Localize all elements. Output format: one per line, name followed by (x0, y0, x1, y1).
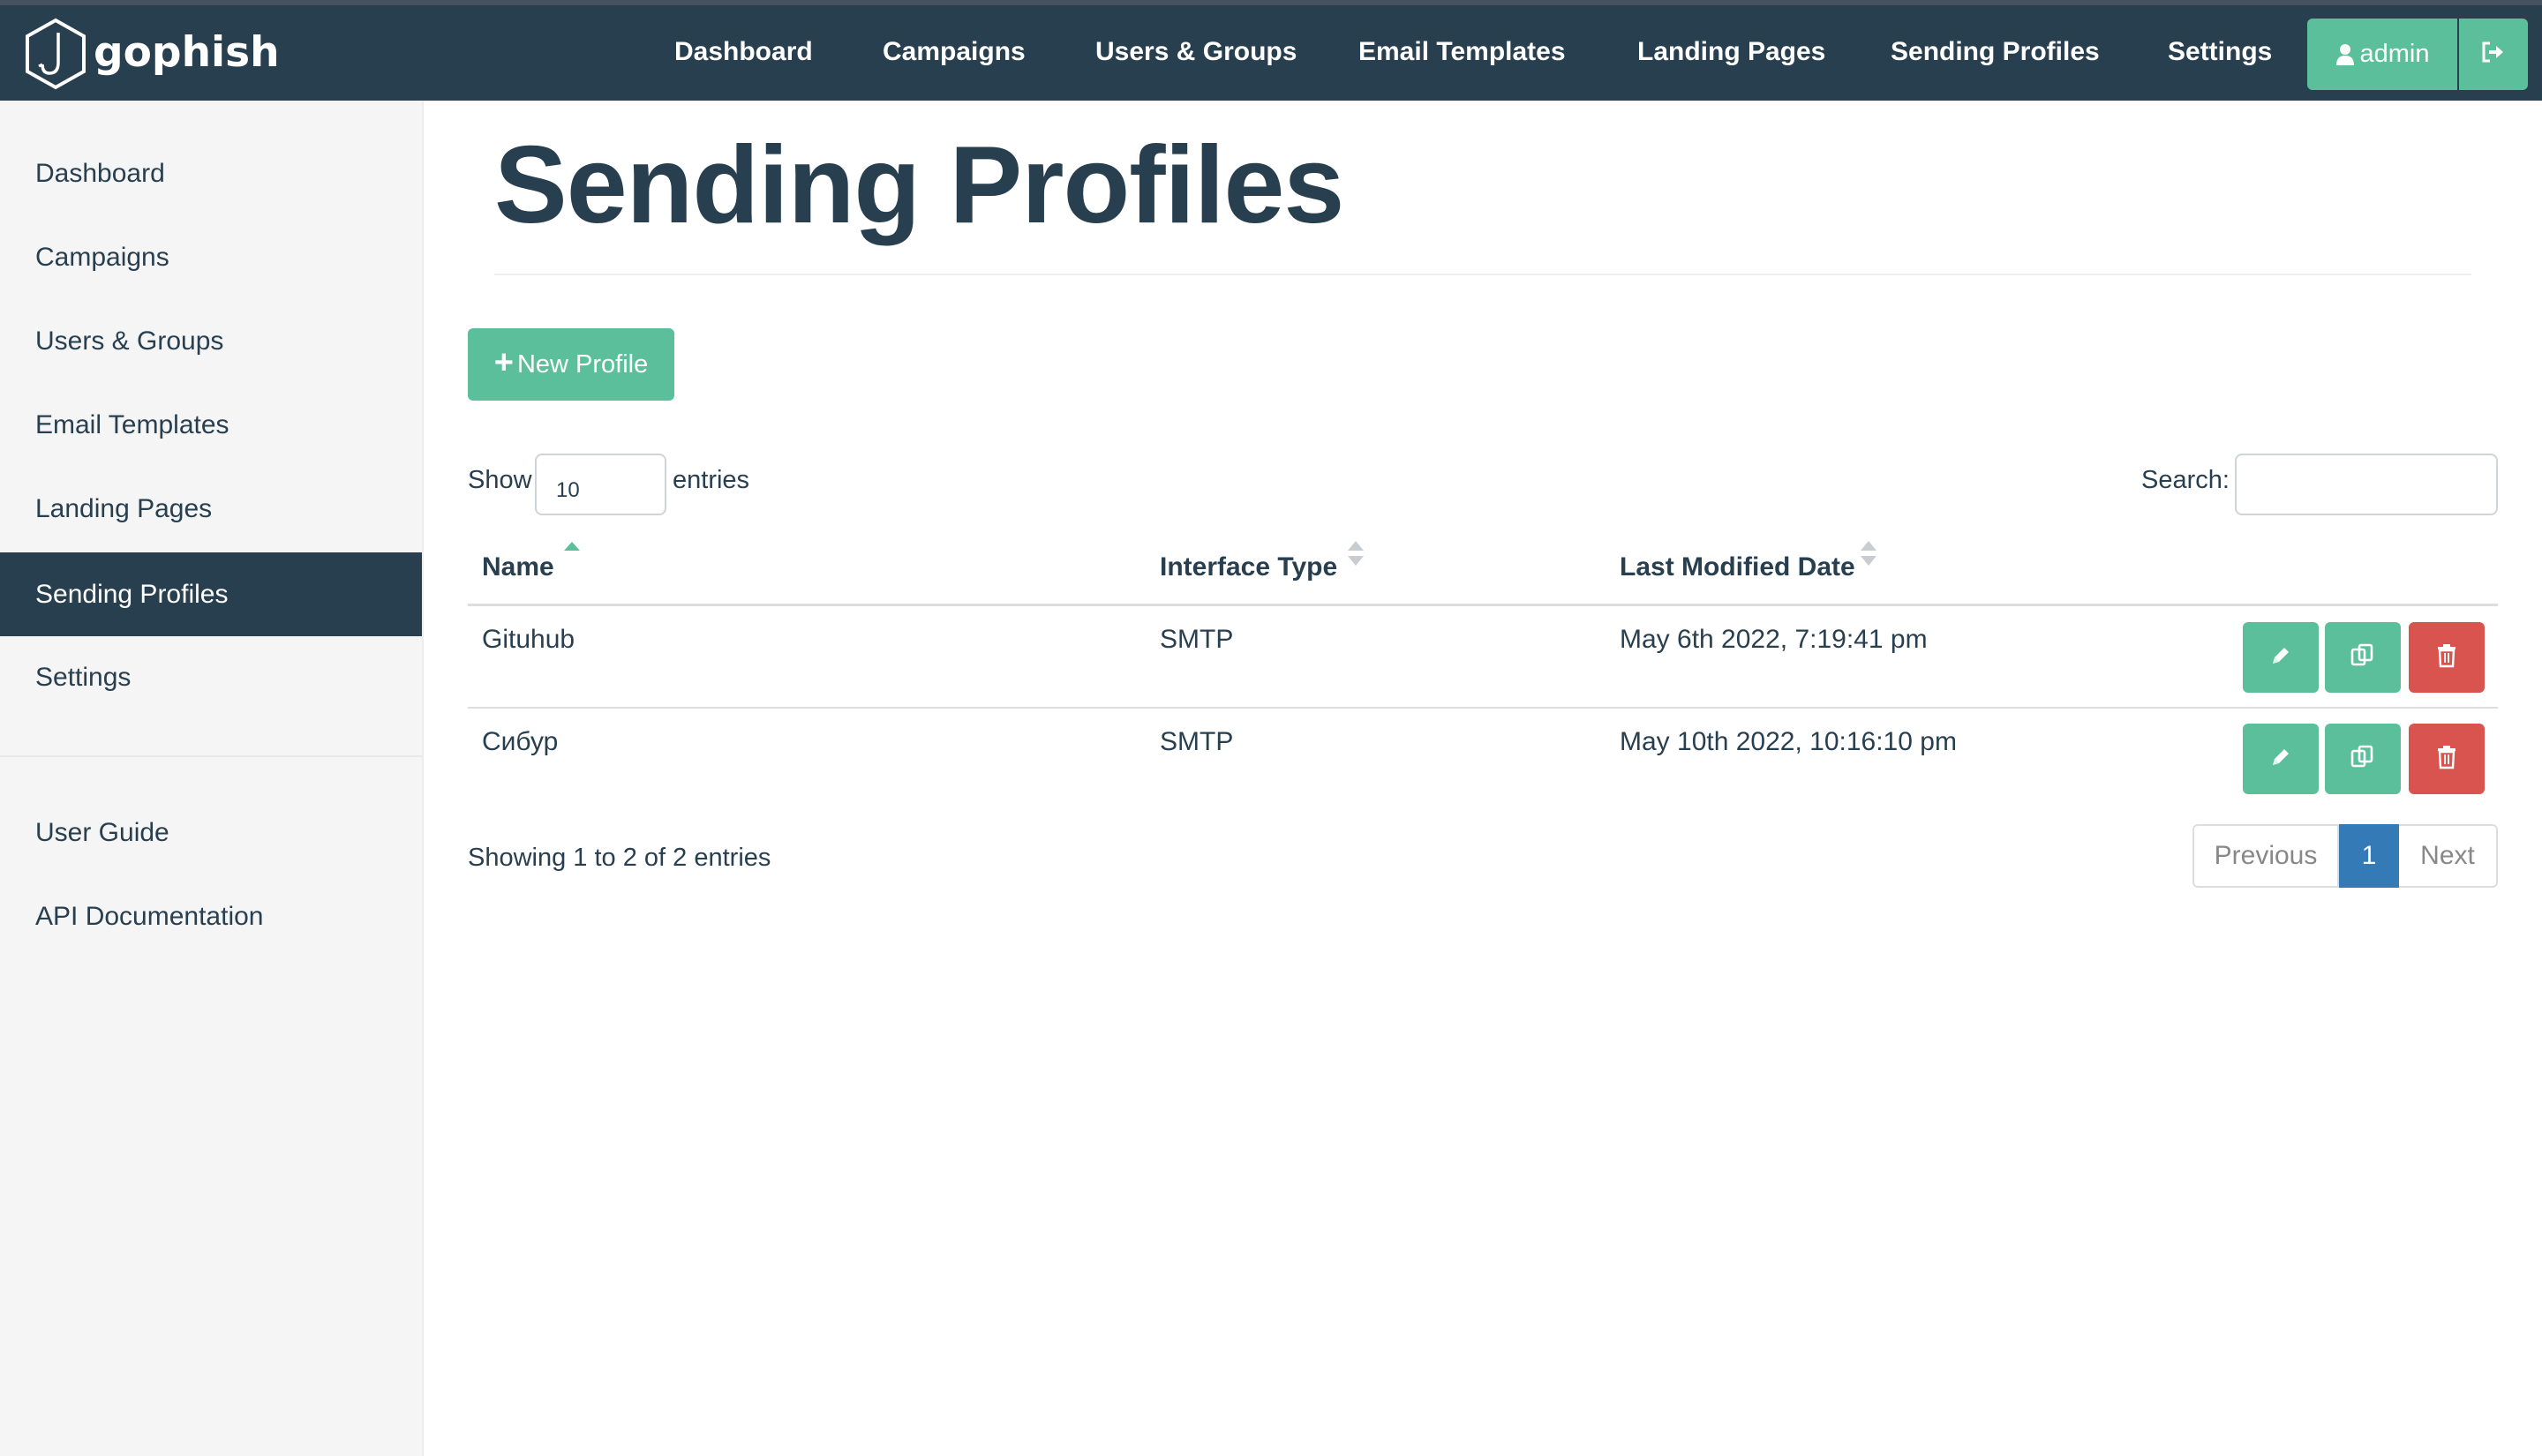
edit-icon (2269, 746, 2292, 773)
copy-button[interactable] (2325, 724, 2401, 794)
title-divider (494, 274, 2471, 275)
cell-name: Сибур (482, 727, 559, 756)
search-input[interactable] (2235, 454, 2498, 515)
nav-users-groups[interactable]: Users & Groups (1095, 37, 1297, 67)
plus-icon: + (493, 343, 514, 381)
nav-landing-pages[interactable]: Landing Pages (1637, 37, 1825, 67)
sidebar-item-dashboard[interactable]: Dashboard (0, 131, 422, 215)
sidebar-item-sending-profiles[interactable]: Sending Profiles (0, 552, 422, 636)
pagination-next[interactable]: Next (2399, 824, 2498, 888)
cell-last-modified: May 10th 2022, 10:16:10 pm (1620, 727, 1957, 756)
sort-ascending-icon (563, 540, 581, 556)
copy-icon (2350, 642, 2376, 673)
trash-icon (2436, 745, 2457, 774)
nav-sending-profiles[interactable]: Sending Profiles (1891, 37, 2100, 67)
nav-campaigns[interactable]: Campaigns (883, 37, 1026, 67)
sidebar: Dashboard Campaigns Users & Groups Email… (0, 101, 424, 1456)
table-header-divider (468, 604, 2498, 606)
page-length-select[interactable]: 10 (535, 454, 666, 515)
top-navbar: gophish Dashboard Campaigns Users & Grou… (0, 0, 2542, 101)
entries-label: entries (673, 466, 750, 494)
delete-button[interactable] (2409, 622, 2485, 693)
sort-both-icon (1347, 540, 1365, 571)
sidebar-item-email-templates[interactable]: Email Templates (0, 383, 422, 467)
sidebar-item-settings[interactable]: Settings (0, 635, 422, 719)
trash-icon (2436, 643, 2457, 672)
page-title: Sending Profiles (494, 124, 1344, 246)
edit-button[interactable] (2243, 622, 2319, 693)
search-label: Search: (2141, 466, 2230, 494)
sidebar-item-campaigns[interactable]: Campaigns (0, 215, 422, 299)
nav-settings[interactable]: Settings (2168, 37, 2272, 67)
sort-both-icon (1860, 540, 1877, 571)
new-profile-button[interactable]: + New Profile (468, 328, 674, 401)
show-label: Show (468, 466, 532, 494)
table-info: Showing 1 to 2 of 2 entries (468, 844, 771, 872)
user-name: admin (2359, 40, 2430, 68)
cell-name: Gituhub (482, 625, 575, 654)
nav-email-templates[interactable]: Email Templates (1358, 37, 1566, 67)
logout-icon (2480, 41, 2507, 68)
cell-interface-type: SMTP (1160, 727, 1234, 756)
cell-last-modified: May 6th 2022, 7:19:41 pm (1620, 625, 1928, 654)
sidebar-item-user-guide[interactable]: User Guide (0, 791, 422, 874)
column-header-last-modified[interactable]: Last Modified Date (1620, 552, 1855, 582)
edit-button[interactable] (2243, 724, 2319, 794)
column-header-name[interactable]: Name (482, 552, 554, 582)
pagination-previous[interactable]: Previous (2192, 824, 2339, 888)
user-menu-button[interactable]: admin (2307, 19, 2457, 90)
brand-name: gophish (94, 27, 280, 77)
logout-button[interactable] (2459, 19, 2528, 90)
sidebar-item-api-documentation[interactable]: API Documentation (0, 874, 422, 958)
delete-button[interactable] (2409, 724, 2485, 794)
brand[interactable]: gophish (23, 14, 280, 94)
row-divider (468, 707, 2498, 709)
cell-interface-type: SMTP (1160, 625, 1234, 654)
user-icon (2335, 43, 2355, 66)
column-header-interface-type[interactable]: Interface Type (1160, 552, 1337, 582)
gophish-logo-icon (26, 18, 86, 90)
sidebar-item-landing-pages[interactable]: Landing Pages (0, 467, 422, 551)
nav-dashboard[interactable]: Dashboard (674, 37, 813, 67)
edit-icon (2269, 644, 2292, 672)
new-profile-label: New Profile (516, 349, 649, 379)
sidebar-divider (0, 755, 422, 757)
sidebar-item-users-groups[interactable]: Users & Groups (0, 299, 422, 383)
copy-button[interactable] (2325, 622, 2401, 693)
pagination-page-1[interactable]: 1 (2339, 824, 2399, 888)
copy-icon (2350, 744, 2376, 775)
